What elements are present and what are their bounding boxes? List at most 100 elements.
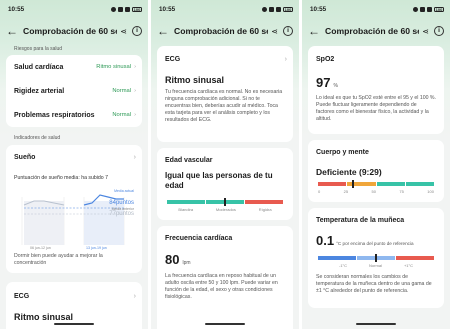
ecg-card[interactable]: ECG › Ritmo sinusal (6, 282, 142, 329)
ecg-description: Tu frecuencia cardíaca es normal. No es … (165, 89, 283, 123)
sleep-note: Dormir bien puede ayudar a mejorar la co… (14, 253, 103, 266)
risk-value: Normal (112, 112, 132, 118)
battery-icon: 100 (283, 7, 293, 12)
heart-rate-description: La frecuencia cardíaca en reposo habitua… (165, 273, 278, 300)
scale-segment (376, 182, 405, 186)
ecg-result: Ritmo sinusal (165, 75, 225, 85)
alarm-icon (413, 7, 418, 12)
info-icon[interactable]: i (434, 26, 444, 36)
page-title: Comprobación de 60 se... (174, 26, 269, 36)
body-mind-scale: 0 25 50 75 100 (318, 180, 434, 194)
signal-icon (125, 7, 130, 12)
heart-rate-unit: lpm (182, 260, 191, 266)
signal-icon (427, 7, 432, 12)
chevron-right-icon: › (134, 112, 136, 118)
battery-icon: 100 (434, 7, 444, 12)
scale-label: +1°C (403, 263, 413, 268)
page-title: Comprobación de 60 se... (23, 26, 118, 36)
scale-marker (352, 180, 354, 188)
scale-tick: 75 (399, 189, 404, 194)
sleep-value-previous: 77puntos (109, 211, 134, 217)
body-mind-title: Cuerpo y mente (316, 149, 369, 156)
scale-tick: 0 (318, 189, 321, 194)
date-label: 13 jun-19 jun (86, 246, 107, 250)
scale-tick: 100 (427, 189, 434, 194)
scale-marker (375, 254, 377, 262)
status-time: 10:55 (310, 6, 327, 13)
scale-segment (245, 200, 283, 204)
share-icon[interactable]: ⋖ (271, 27, 278, 36)
share-icon[interactable]: ⋖ (120, 27, 127, 36)
info-icon[interactable]: i (283, 26, 293, 36)
back-arrow-icon[interactable]: ← (308, 25, 320, 37)
back-arrow-icon[interactable]: ← (157, 25, 169, 37)
wrist-title: Temperatura de la muñeca (316, 217, 405, 224)
screen-vitals-details: 10:55 100 ← Comprobación de 60 se... ⋖ i… (302, 0, 450, 329)
wifi-icon (118, 7, 123, 12)
sleep-value-current: 84puntos (109, 200, 134, 206)
status-time: 10:55 (8, 6, 25, 13)
scale-label: -1°C (339, 263, 348, 268)
scale-segment (318, 182, 347, 186)
risk-row[interactable]: Salud cardíaca Ritmo sinusal › (6, 55, 142, 79)
sleep-title: Sueño (14, 154, 36, 161)
screen-heart-details: 10:55 100 ← Comprobación de 60 se... ⋖ i… (151, 0, 299, 329)
wrist-value: 0.1 (316, 233, 335, 248)
share-icon[interactable]: ⋖ (422, 27, 429, 36)
risk-value: Ritmo sinusal (96, 64, 132, 70)
chevron-right-icon: › (134, 64, 136, 70)
scale-label: Rígidra (258, 207, 272, 212)
chevron-right-icon: › (133, 154, 136, 161)
spo2-value: 97 (316, 75, 331, 90)
home-indicator (356, 323, 396, 325)
ecg-title: ECG (14, 292, 30, 300)
screen-health-summary: 10:55 100 ← Comprobación de 60 se... ⋖ i… (0, 0, 148, 329)
home-indicator (205, 323, 245, 325)
heart-rate-title: Frecuencia cardíaca (165, 235, 233, 242)
sleep-card[interactable]: Sueño › Puntuación de sueño media: ha su… (6, 145, 142, 273)
spo2-description: Lo ideal es que tu SpO2 esté entre el 95… (316, 95, 436, 122)
spo2-card[interactable]: SpO2 97 % Lo ideal es que tu SpO2 esté e… (308, 46, 444, 134)
ecg-title: ECG (165, 56, 181, 63)
wrist-scale: -1°C Normal +1°C (318, 254, 434, 268)
chevron-right-icon: › (133, 292, 136, 300)
risk-row[interactable]: Rigidez arterial Normal › (6, 79, 142, 103)
chart-label-current: Media actual (114, 189, 134, 193)
scale-marker (224, 198, 226, 206)
vascular-age-card[interactable]: Edad vascular Igual que las personas de … (157, 148, 293, 220)
wrist-suffix: °C por encima del punto de referencia (336, 241, 414, 246)
body-mind-card[interactable]: Cuerpo y mente Deficiente (9:29) 0 25 50… (308, 140, 444, 202)
page-title: Comprobación de 60 se... (325, 26, 420, 36)
vascular-result: Igual que las personas de tu edad (165, 171, 273, 190)
risks-card: Salud cardíaca Ritmo sinusal › Rigidez ar… (6, 55, 142, 127)
sleep-subtitle: Puntuación de sueño media: ha subido 7 (14, 175, 109, 181)
wrist-description: Se consideran normales los cambios de te… (316, 274, 432, 294)
heart-rate-card[interactable]: Frecuencia cardíaca 80 lpm La frecuencia… (157, 226, 293, 329)
date-label: 06 jun-12 jun (30, 246, 51, 250)
wifi-icon (269, 7, 274, 12)
battery-icon: 100 (132, 7, 142, 12)
scale-label: Moderados (215, 207, 236, 212)
section-label: Riesgos para la salud (14, 46, 63, 52)
risk-label: Salud cardíaca (14, 63, 64, 71)
scale-label: Blandira (178, 207, 194, 212)
ecg-card[interactable]: ECG › Ritmo sinusal Tu frecuencia cardía… (157, 46, 293, 142)
risk-value: Normal (112, 88, 132, 94)
spo2-unit: % (333, 83, 338, 89)
risk-label: Problemas respiratorios (14, 111, 95, 119)
scale-tick: 25 (343, 189, 349, 194)
info-icon[interactable]: i (132, 26, 142, 36)
vascular-title: Edad vascular (165, 157, 213, 164)
status-time: 10:55 (159, 6, 176, 13)
risk-row[interactable]: Problemas respiratorios Normal › (6, 103, 142, 127)
scale-label: Normal (369, 263, 382, 268)
scale-segment (396, 256, 434, 260)
back-arrow-icon[interactable]: ← (6, 25, 18, 37)
home-indicator (54, 323, 94, 325)
status-bar: 10:55 100 (159, 5, 293, 14)
alarm-icon (111, 7, 116, 12)
wrist-temperature-card[interactable]: Temperatura de la muñeca 0.1 °C por enci… (308, 208, 444, 308)
scale-tick: 50 (371, 189, 376, 194)
wifi-icon (420, 7, 425, 12)
scale-segment (318, 256, 356, 260)
